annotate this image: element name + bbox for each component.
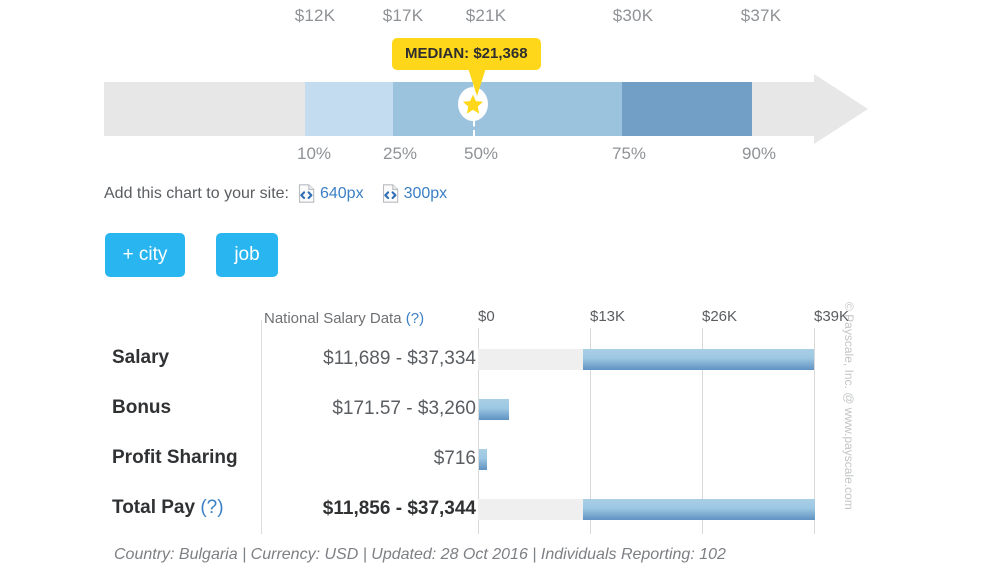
top-axis-tick: $12K	[294, 6, 336, 25]
row-label: Total Pay (?)	[112, 497, 224, 519]
median-callout: MEDIAN: $21,368	[392, 38, 541, 70]
top-axis-tick: $30K	[612, 6, 654, 25]
band-arrow-tip	[814, 74, 868, 144]
embed-label: Add this chart to your site:	[104, 184, 289, 202]
bar-fill	[583, 349, 814, 370]
row-label: Salary	[112, 347, 169, 369]
embed-link-640px-label: 640px	[319, 184, 364, 202]
row-value: $11,689 - $37,334	[323, 348, 476, 369]
band-segment-below-10th	[104, 82, 305, 136]
add-city-button[interactable]: + city	[105, 233, 185, 277]
copyright-watermark: © Payscale, Inc. @ www.payscale.com	[842, 302, 856, 510]
code-file-icon	[382, 184, 399, 203]
bottom-axis-tick: 10%	[296, 144, 332, 163]
job-button[interactable]: job	[216, 233, 278, 277]
row-label-text: Total Pay	[112, 497, 196, 518]
bar-fill	[583, 499, 815, 520]
percentile-band-chart	[104, 74, 868, 144]
top-axis-tick: $21K	[465, 6, 507, 25]
salary-axis-tick: $0	[478, 308, 495, 325]
bar-fill	[479, 449, 487, 470]
embed-link-300px-label: 300px	[403, 184, 448, 202]
footer-note: Country: Bulgaria | Currency: USD | Upda…	[114, 546, 726, 563]
bar-fill	[479, 399, 509, 420]
row-label: Bonus	[112, 397, 171, 419]
row-help-icon[interactable]: (?)	[195, 497, 223, 518]
bottom-axis-tick: 25%	[382, 144, 418, 163]
band-segment-above-90th	[752, 82, 814, 136]
code-file-icon	[298, 184, 315, 203]
percentile-top-axis: $12K $17K $21K $30K $37K	[0, 6, 990, 30]
embed-link-640px[interactable]: 640px	[298, 184, 364, 203]
bottom-axis-tick: 75%	[611, 144, 647, 163]
top-axis-tick: $17K	[382, 6, 424, 25]
row-value: $716	[433, 448, 476, 469]
top-axis-tick: $37K	[740, 6, 782, 25]
salary-axis-tick: $13K	[590, 308, 626, 325]
row-label-text: Profit Sharing	[112, 447, 238, 468]
median-callout-text: MEDIAN: $21,368	[405, 45, 528, 62]
row-value: $171.57 - $3,260	[332, 398, 476, 419]
bottom-axis-tick: 90%	[741, 144, 777, 163]
row-label-text: Salary	[112, 347, 170, 368]
band-segment-75th-to-90th	[622, 82, 752, 136]
embed-chart-row: Add this chart to your site: 640px 300px	[104, 184, 465, 203]
salary-axis-tick: $26K	[702, 308, 738, 325]
embed-link-300px[interactable]: 300px	[382, 184, 448, 203]
row-value: $11,856 - $37,344	[322, 498, 476, 519]
median-callout-tail	[468, 68, 486, 96]
row-label-text: Bonus	[112, 397, 172, 418]
row-label: Profit Sharing	[112, 447, 238, 469]
band-segment-25th-to-75th	[393, 82, 622, 136]
percentile-bottom-axis: 10% 25% 50% 75% 90%	[0, 144, 990, 168]
bottom-axis-tick: 50%	[463, 144, 499, 163]
payscale-salary-widget: $12K $17K $21K $30K $37K MEDIAN: $21,368 10%…	[0, 0, 990, 580]
band-segment-10th-to-25th	[305, 82, 393, 136]
